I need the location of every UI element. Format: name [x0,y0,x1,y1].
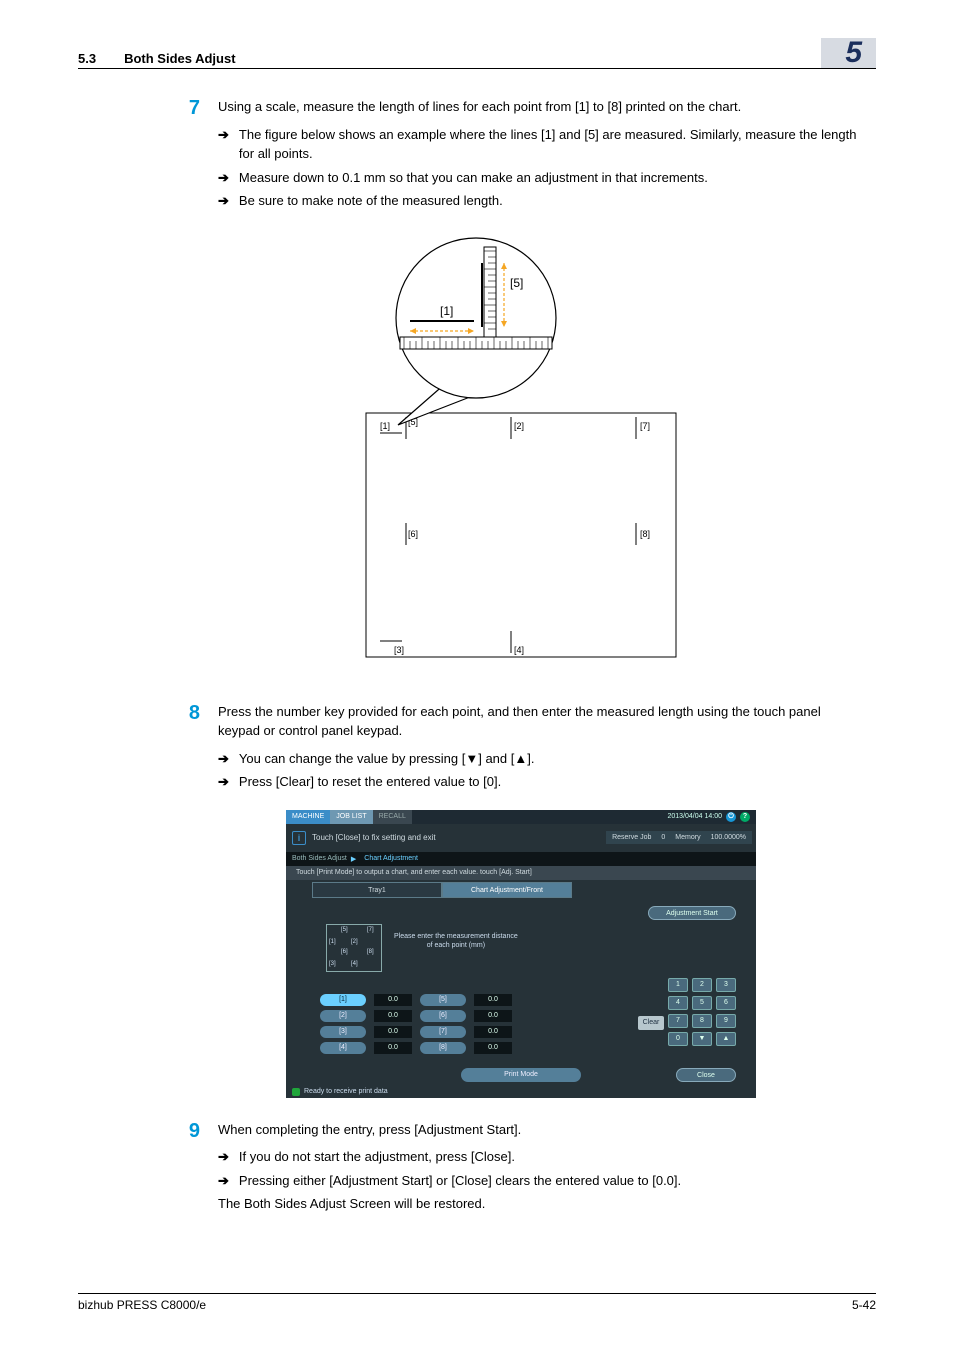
print-mode-button[interactable]: Print Mode [461,1068,581,1082]
step-7: 7 Using a scale, measure the length of l… [176,97,866,215]
point-2-value: 0.0 [374,1010,412,1022]
adjustment-start-button[interactable]: Adjustment Start [648,906,736,920]
bullet-text: You can change the value by pressing [▼]… [239,749,866,769]
label-8: [8] [640,529,650,539]
point-3-button[interactable]: [3] [320,1026,366,1038]
step-text: Using a scale, measure the length of lin… [218,97,866,117]
key-8[interactable]: 8 [692,1014,712,1028]
key-6[interactable]: 6 [716,996,736,1010]
point-8-button[interactable]: [8] [420,1042,466,1054]
memory-value: 100.0000% [711,834,746,841]
point-3-value: 0.0 [374,1026,412,1038]
key-7[interactable]: 7 [668,1014,688,1028]
help-text-2: of each point (mm) [394,941,518,950]
magnifier-label-5: [5] [510,276,523,290]
label-1: [1] [380,421,390,431]
point-5-value: 0.0 [474,994,512,1006]
label-3: [3] [394,645,404,655]
key-5[interactable]: 5 [692,996,712,1010]
magnifier-label-1: [1] [440,304,453,318]
point-7-value: 0.0 [474,1026,512,1038]
point-8-value: 0.0 [474,1042,512,1054]
arrow-icon: ➔ [218,749,229,769]
info-message: Touch [Close] to fix setting and exit [312,833,436,842]
memory-label: Memory [675,834,700,841]
section-title: Both Sides Adjust [124,51,235,66]
point-2-button[interactable]: [2] [320,1010,366,1022]
key-down[interactable]: ▼ [692,1032,712,1046]
label-6: [6] [408,529,418,539]
status-icon [292,1088,300,1096]
arrow-icon: ➔ [218,1171,229,1191]
key-2[interactable]: 2 [692,978,712,992]
section-number: 5.3 [78,51,96,66]
step-text: Press the number key provided for each p… [218,702,866,741]
arrow-icon: ➔ [218,168,229,188]
help-text-1: Please enter the measurement distance [394,932,518,941]
step-8: 8 Press the number key provided for each… [176,702,866,796]
breadcrumb: Both Sides Adjust ▶ Chart Adjustment [286,852,756,866]
close-button[interactable]: Close [676,1068,736,1082]
step-number: 7 [176,97,200,215]
bullet-text: Be sure to make note of the measured len… [239,191,866,211]
point-1-value: 0.0 [374,994,412,1006]
arrow-icon: ➔ [218,125,229,164]
arrow-icon: ➔ [218,1147,229,1167]
key-0[interactable]: 0 [668,1032,688,1046]
tab-recall[interactable]: RECALL [373,810,412,824]
point-6-button[interactable]: [6] [420,1010,466,1022]
label-7: [7] [640,421,650,431]
key-4[interactable]: 4 [668,996,688,1010]
arrow-icon: ➔ [218,191,229,211]
clear-button[interactable]: Clear [638,1016,664,1030]
footer-left: bizhub PRESS C8000/e [78,1298,206,1312]
reserve-label: Reserve Job [612,834,651,841]
tip-bar: Touch [Print Mode] to output a chart, an… [286,866,756,880]
step-text: When completing the entry, press [Adjust… [218,1120,866,1140]
mini-chart-thumbnail: [1] [5] [2] [7] [6] [8] [3] [4] [326,924,382,972]
bullet-text: Pressing either [Adjustment Start] or [C… [239,1171,866,1191]
point-4-value: 0.0 [374,1042,412,1054]
point-7-button[interactable]: [7] [420,1026,466,1038]
tab-machine[interactable]: MACHINE [286,810,330,824]
step-tail-text: The Both Sides Adjust Screen will be res… [218,1194,866,1214]
label-2: [2] [514,421,524,431]
label-4: [4] [514,645,524,655]
step-number: 8 [176,702,200,796]
point-4-button[interactable]: [4] [320,1042,366,1054]
chapter-badge: 5 [821,38,876,68]
step-number: 9 [176,1120,200,1218]
keypad: 1 2 3 4 5 6 7 8 9 0 ▼ ▲ [668,978,736,1046]
tab-tray[interactable]: Tray1 [312,882,442,898]
power-icon[interactable]: ⏻ [726,812,736,822]
tab-joblist[interactable]: JOB LIST [330,810,372,824]
help-icon[interactable]: ? [740,812,750,822]
datetime: 2013/04/04 14:00 [668,813,723,820]
page-header: 5.3 Both Sides Adjust 5 [78,38,876,69]
bullet-text: The figure below shows an example where … [239,125,866,164]
tab-chart-adjust[interactable]: Chart Adjustment/Front [442,882,572,898]
step-9: 9 When completing the entry, press [Adju… [176,1120,866,1218]
point-1-button[interactable]: [1] [320,994,366,1006]
info-icon: i [292,831,306,845]
point-5-button[interactable]: [5] [420,994,466,1006]
page-footer: bizhub PRESS C8000/e 5-42 [78,1293,876,1312]
panel-screenshot: MACHINE JOB LIST RECALL 2013/04/04 14:00… [176,810,866,1098]
key-3[interactable]: 3 [716,978,736,992]
footer-right: 5-42 [852,1298,876,1312]
bullet-text: Measure down to 0.1 mm so that you can m… [239,168,866,188]
reserve-count: 0 [661,834,665,841]
arrow-icon: ➔ [218,772,229,792]
point-6-value: 0.0 [474,1010,512,1022]
key-9[interactable]: 9 [716,1014,736,1028]
status-text: Ready to receive print data [304,1088,388,1095]
key-up[interactable]: ▲ [716,1032,736,1046]
bullet-text: If you do not start the adjustment, pres… [239,1147,866,1167]
bullet-text: Press [Clear] to reset the entered value… [239,772,866,792]
measurement-diagram: [1] [5] [2] [7] [6] [8] [3] [4] [176,233,866,678]
key-1[interactable]: 1 [668,978,688,992]
